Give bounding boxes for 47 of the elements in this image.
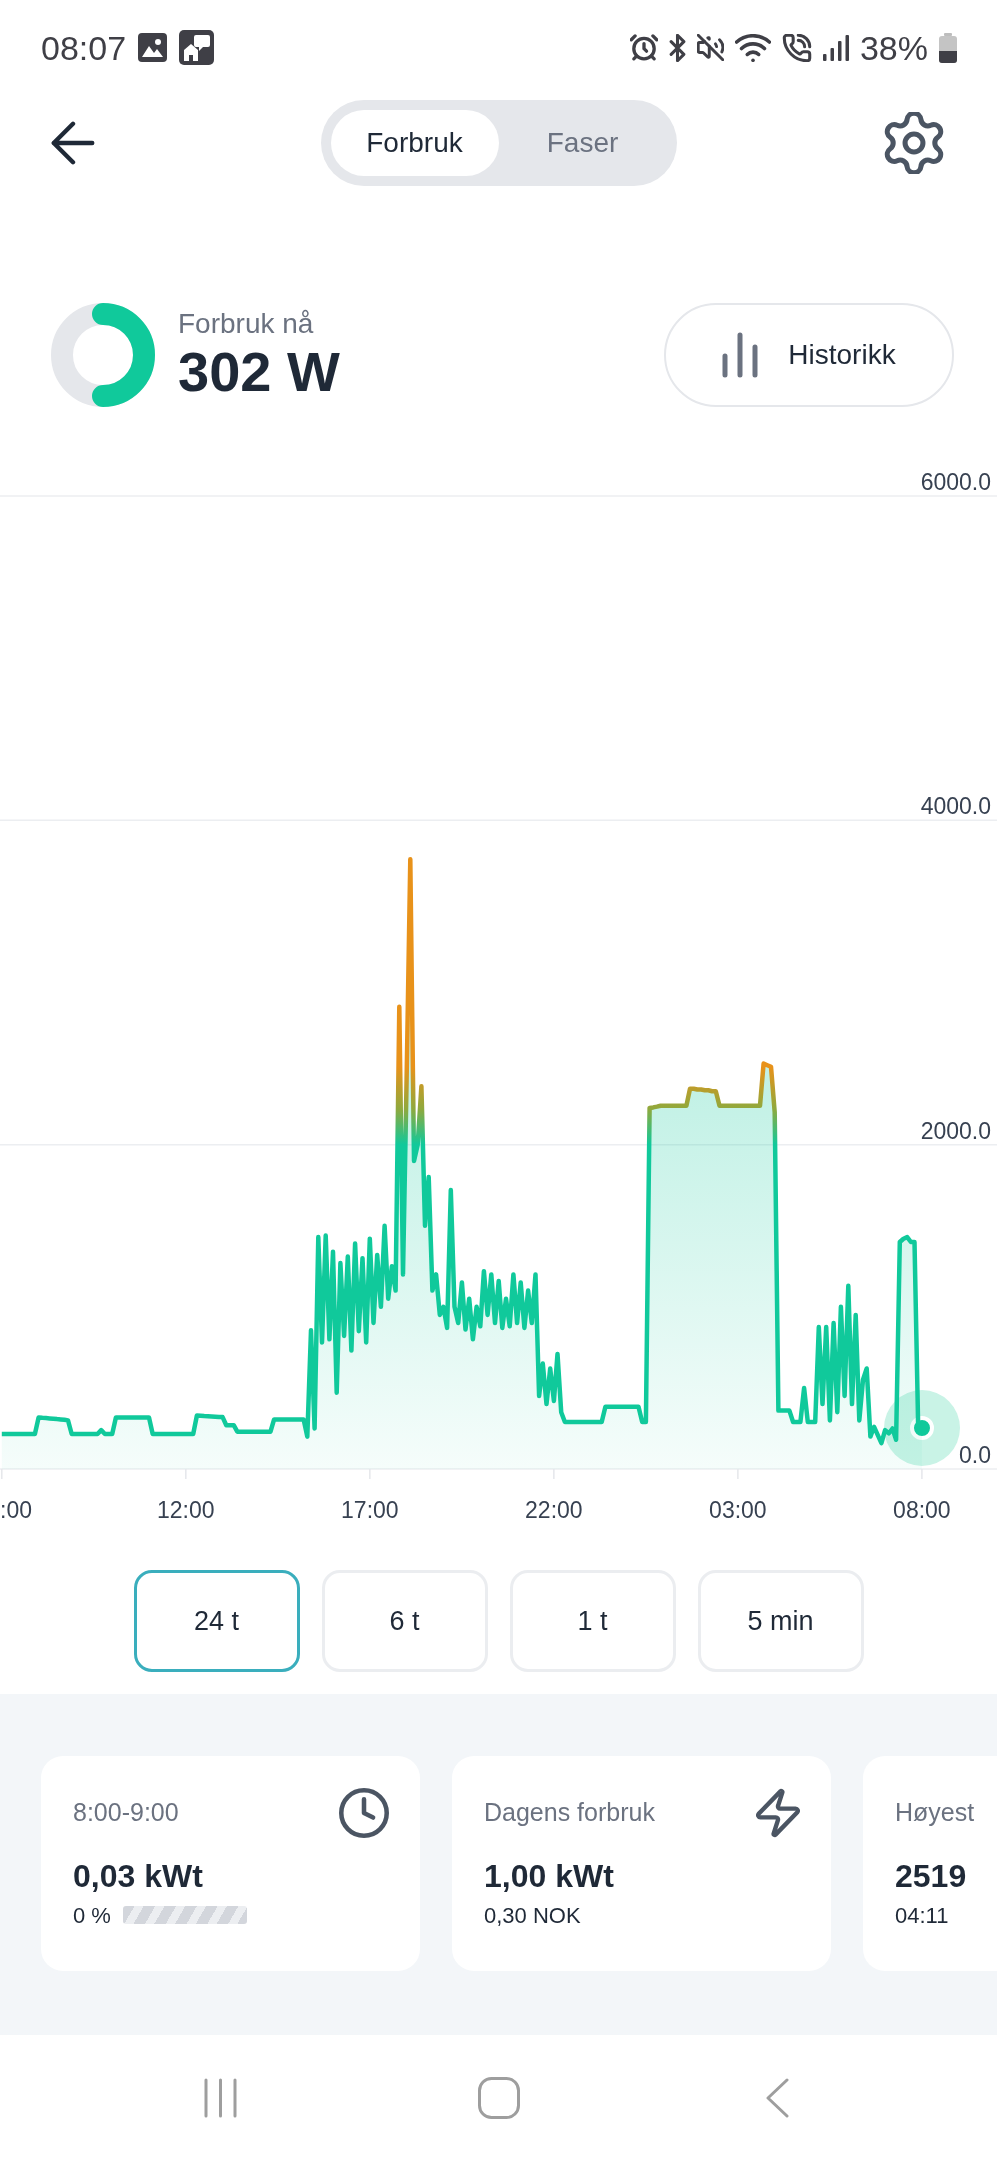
x-axis-label: 08:00 <box>893 1497 951 1523</box>
recent-apps-icon[interactable] <box>204 2077 237 2118</box>
share-percent: 0 % <box>73 1901 111 1930</box>
card-detail: 04:11 <box>895 1901 950 1929</box>
wifi-icon <box>734 33 771 62</box>
y-axis-label: 4000.0 <box>920 793 991 820</box>
card-value: 1,00 kWt <box>484 1857 615 1895</box>
card-label: 8:00-9:00 <box>73 1797 179 1829</box>
range-button[interactable]: 1 t <box>509 1570 676 1672</box>
status-time: 08:07 <box>41 30 127 65</box>
x-axis-label: 03:00 <box>709 1497 767 1523</box>
alarm-icon <box>629 33 658 62</box>
lightning-icon <box>756 1788 800 1838</box>
y-axis-label: 6000.0 <box>920 469 991 495</box>
tab[interactable]: Faser <box>498 109 667 176</box>
tab[interactable]: Forbruk <box>330 109 499 176</box>
x-axis-label: 22:00 <box>525 1497 583 1523</box>
battery-percent: 38% <box>859 30 928 65</box>
settings-icon[interactable] <box>883 111 945 174</box>
phone-call-icon <box>781 33 812 62</box>
card-value: 2519 <box>895 1857 968 1895</box>
app-icon <box>179 30 215 65</box>
card-label: Dagens forbruk <box>484 1797 655 1829</box>
signal-icon <box>822 34 849 61</box>
back-arrow-icon[interactable] <box>51 120 95 165</box>
battery-icon <box>939 32 957 63</box>
range-button[interactable]: 5 min <box>697 1570 864 1672</box>
x-axis-label: 17:00 <box>341 1497 399 1523</box>
y-axis-label: 2000.0 <box>920 1117 991 1144</box>
back-icon[interactable] <box>764 2077 789 2118</box>
current-value: 302 W <box>178 341 340 403</box>
y-axis-label: 0.0 <box>959 1442 991 1468</box>
current-label: Forbruk nå <box>178 307 315 341</box>
bluetooth-icon <box>668 33 686 62</box>
x-axis-label: 12:00 <box>157 1497 215 1523</box>
clock-icon <box>339 1788 389 1838</box>
card-label: Høyest <box>895 1797 975 1829</box>
mute-icon <box>696 34 724 61</box>
card-detail: 0,30 NOK <box>484 1901 582 1929</box>
bar-chart-icon <box>722 332 759 378</box>
range-button[interactable]: 6 t <box>321 1570 488 1672</box>
history-button[interactable]: Historikk <box>664 303 954 407</box>
range-button[interactable]: 24 t <box>133 1570 300 1672</box>
home-icon[interactable] <box>477 2076 520 2119</box>
x-axis-label: :00 <box>0 1497 32 1523</box>
image-icon <box>138 33 168 62</box>
card-value: 0,03 kWt <box>73 1857 204 1895</box>
